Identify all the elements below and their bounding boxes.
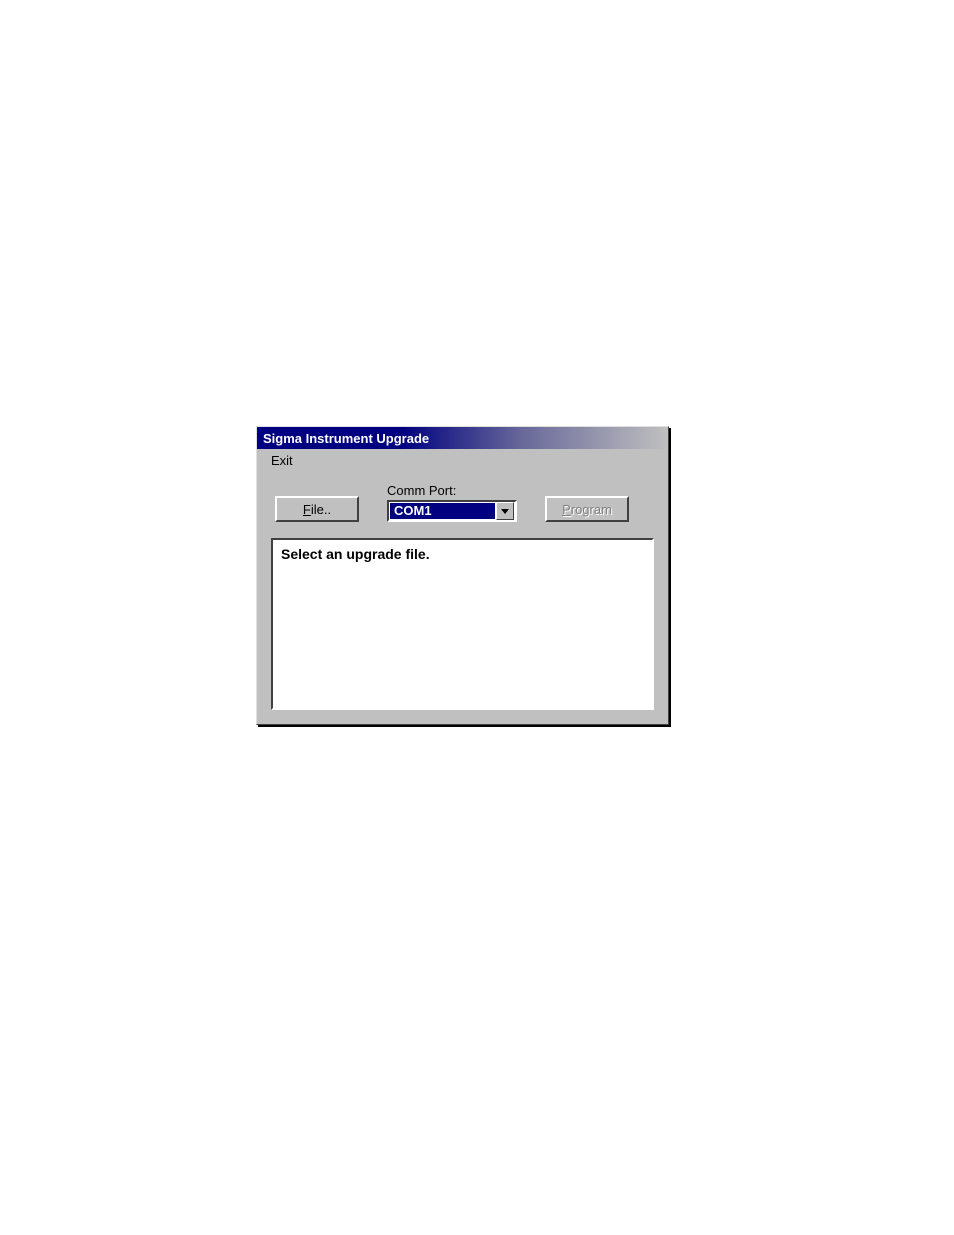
controls-row: File.. Comm Port: COM1 Program (257, 471, 668, 538)
menubar: Exit (257, 449, 668, 471)
comm-port-dropdown[interactable]: COM1 (387, 500, 517, 522)
dropdown-arrow-button[interactable] (496, 502, 514, 520)
status-text-area: Select an upgrade file. (271, 538, 654, 710)
program-button-label: Program (562, 502, 612, 517)
titlebar[interactable]: Sigma Instrument Upgrade (257, 427, 668, 449)
program-button[interactable]: Program (545, 496, 629, 522)
comm-port-group: Comm Port: COM1 (387, 483, 517, 522)
menu-exit[interactable]: Exit (265, 452, 299, 469)
chevron-down-icon (501, 509, 509, 514)
file-button[interactable]: File.. (275, 496, 359, 522)
comm-port-selected: COM1 (390, 503, 495, 519)
status-text: Select an upgrade file. (281, 546, 430, 562)
file-button-label: File.. (303, 502, 331, 517)
comm-port-label: Comm Port: (387, 483, 517, 498)
titlebar-text: Sigma Instrument Upgrade (263, 431, 429, 446)
sigma-upgrade-dialog: Sigma Instrument Upgrade Exit File.. Com… (256, 426, 669, 725)
